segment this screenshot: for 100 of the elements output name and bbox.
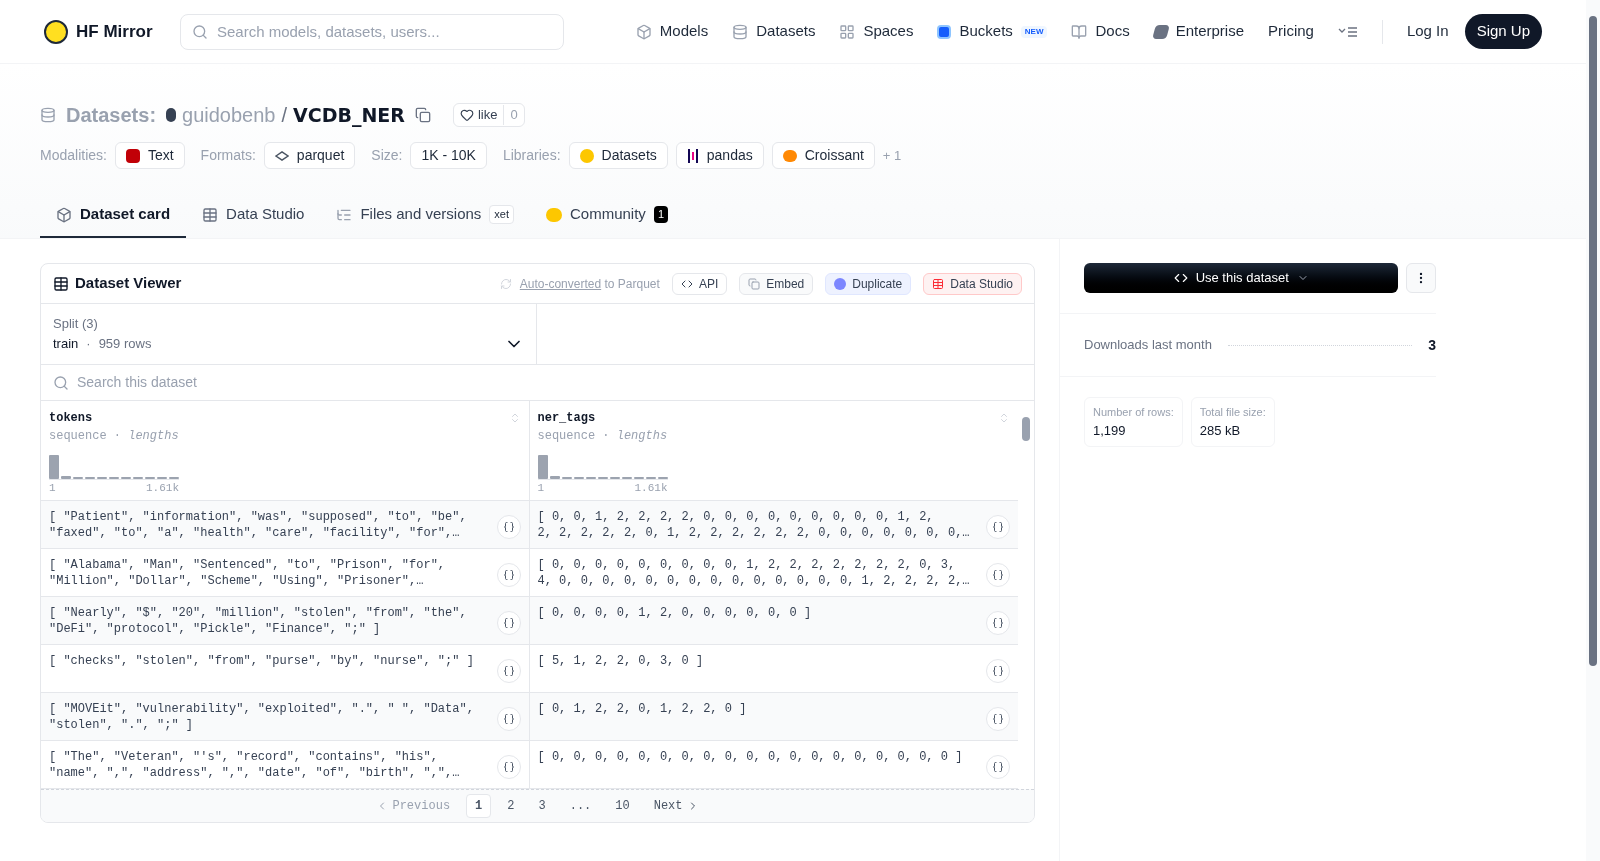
grid-icon	[839, 23, 856, 40]
tag-chip[interactable]: pandas	[675, 142, 764, 169]
tab[interactable]: Data Studio	[186, 193, 321, 238]
converted-note: Auto-converted to Parquet	[519, 275, 660, 293]
nav-link[interactable]: Spaces	[839, 20, 914, 43]
dataset-search-field[interactable]: Search this dataset	[41, 364, 1034, 400]
page-link[interactable]: 10	[607, 795, 638, 817]
table-cell-text: [ 0, 0, 0, 0, 1, 2, 0, 0, 0, 0, 0, 0 ]	[537, 605, 813, 621]
meta-label: Modalities:	[40, 146, 107, 165]
use-dataset-button[interactable]: Use this dataset	[1084, 263, 1399, 293]
action-button[interactable]: Embed	[739, 272, 814, 295]
brand-name[interactable]: HF Mirror	[76, 18, 153, 45]
tab[interactable]: Dataset card	[40, 193, 187, 238]
table-cell-text: [ "Patient", "information", "was", "supposed", "to", "be", "faxed", "to", "a", "health", "care", "facility", "for",…	[49, 509, 468, 541]
tag-chip[interactable]: Text	[114, 142, 185, 169]
cube-icon	[56, 206, 72, 223]
stat-card: Total file size: 285 kB	[1190, 397, 1275, 447]
histogram-min: 1	[49, 480, 56, 496]
page-link[interactable]: 3	[530, 795, 554, 817]
table-cell-text: [ "checks", "stolen", "from", "purse", "by", "nurse", ";" ]	[49, 653, 475, 669]
braces-icon	[502, 521, 515, 533]
json-button[interactable]	[986, 755, 1010, 779]
bars-icon	[686, 148, 699, 163]
stat-card: Number of rows: 1,199	[1084, 397, 1183, 447]
table-icon	[202, 206, 219, 223]
action-button[interactable]: Data Studio	[923, 272, 1022, 295]
next-link[interactable]: Next	[653, 797, 699, 815]
table-cell-text: [ "The", "Veteran", "'s", "record", "contains", "his", "name", ",", "address", ",", "date", "of", "birth", ",",…	[49, 749, 461, 781]
page-scrollbar[interactable]	[1586, 0, 1600, 861]
tag-chip[interactable]: Croissant	[771, 142, 875, 169]
table-cell-text: [ 5, 1, 2, 2, 0, 3, 0 ]	[537, 653, 705, 669]
action-button[interactable]: Duplicate	[825, 272, 912, 295]
json-button[interactable]	[496, 611, 521, 635]
search-icon	[192, 23, 208, 40]
database-icon	[732, 23, 749, 40]
histogram-max: 1.61k	[634, 480, 668, 496]
page-link[interactable]: ...	[561, 795, 600, 817]
database-icon	[40, 107, 56, 123]
table-cell-text: [ 0, 0, 0, 0, 0, 0, 0, 0, 0, 1, 2, 2, 2, 2, 2, 2, 2, 0, 3, 4, 0, 0, 0, 0, 0, 0, 0, 0, 0, 0, 0, 0, 0, 0, 1, 2, 2, 2, 2,…	[537, 557, 971, 589]
histogram-max: 1.61k	[146, 480, 179, 496]
layers-icon	[274, 150, 289, 161]
braces-icon	[992, 761, 1004, 773]
nav-link[interactable]: Docs	[1071, 20, 1130, 43]
tag-chip[interactable]: Datasets	[568, 142, 668, 169]
nav-link[interactable]: Enterprise	[1153, 20, 1245, 43]
page-link[interactable]: 2	[499, 795, 523, 817]
meta-label: Formats:	[200, 146, 256, 165]
tab[interactable]: Files and versions xet	[320, 193, 530, 238]
braces-icon	[992, 521, 1004, 533]
braces-icon	[502, 617, 515, 629]
json-button[interactable]	[496, 755, 521, 779]
json-button[interactable]	[496, 515, 521, 539]
column-header[interactable]: ner_tags sequence · lengths 1 1.61k	[529, 400, 1018, 500]
copy-icon[interactable]	[414, 107, 431, 123]
split-select[interactable]: Split (3) train · 959 rows	[41, 304, 537, 364]
signup-button[interactable]: Sign Up	[1464, 14, 1542, 49]
like-count: 0	[503, 105, 524, 125]
nav-link[interactable]: Models	[635, 20, 709, 43]
braces-icon	[992, 713, 1004, 725]
repo-name: VCDB_NER	[293, 102, 405, 129]
login-link[interactable]: Log In	[1406, 20, 1449, 43]
nav-link[interactable]: Pricing	[1268, 20, 1314, 43]
logo-icon[interactable]	[44, 19, 68, 44]
tab[interactable]: Community 1	[530, 193, 684, 238]
nav-link[interactable]: Datasets	[732, 20, 816, 43]
histogram-min: 1	[537, 480, 545, 496]
json-button[interactable]	[986, 515, 1010, 539]
downloads-label: Downloads last month	[1084, 336, 1212, 355]
downloads-count: 3	[1428, 335, 1436, 355]
xet-badge: xet	[489, 205, 514, 224]
json-button[interactable]	[496, 563, 521, 587]
json-button[interactable]	[986, 611, 1010, 635]
column-header[interactable]: tokens sequence · lengths 1 1.61k	[41, 400, 530, 500]
table-cell-text: [ 0, 1, 2, 2, 0, 1, 2, 2, 0 ]	[537, 701, 748, 717]
table-cell-text: [ "Alabama", "Man", "Sentenced", "to", "Prison", "for", "Million", "Dollar", "Scheme", "Using", "Prisoner",…	[49, 557, 447, 589]
table-cell-text: [ 0, 0, 1, 2, 2, 2, 2, 0, 0, 0, 0, 0, 0, 0, 0, 0, 1, 2, 2, 2, 2, 2, 2, 0, 1, 2, 2, 2, 2, 2, 2, 0, 0, 0, 0, 0, 0, 0,…	[537, 509, 971, 541]
repo-type: Datasets:	[66, 103, 157, 128]
table-cell-text: [ "Nearly", "$", "20", "million", "stolen", "from", "the", "DeFi", "protocol", "Pickle", "Finance", ";" ]	[49, 605, 468, 637]
braces-icon	[502, 713, 515, 725]
tag-chip[interactable]: parquet	[263, 142, 356, 169]
copy-icon	[748, 277, 761, 290]
json-button[interactable]	[986, 707, 1010, 731]
json-button[interactable]	[986, 563, 1010, 587]
braces-icon	[502, 569, 515, 581]
braces-icon	[992, 665, 1004, 677]
json-button[interactable]	[986, 659, 1010, 683]
table-icon	[53, 275, 69, 292]
nav-link[interactable]: Buckets NEW	[937, 20, 1048, 43]
search-icon	[53, 374, 69, 391]
like-button[interactable]: like 0	[452, 103, 525, 127]
json-button[interactable]	[496, 707, 521, 731]
page-link[interactable]: 1	[466, 794, 492, 818]
count-badge: 1	[653, 206, 668, 223]
tag-chip[interactable]: 1K - 10K	[410, 142, 487, 169]
book-icon	[1071, 23, 1088, 40]
search-field[interactable]: Search models, datasets, users...	[180, 13, 564, 50]
menu-icon[interactable]	[1337, 25, 1358, 38]
action-button[interactable]: API	[671, 272, 728, 295]
braces-icon	[992, 569, 1004, 581]
json-button[interactable]	[496, 659, 521, 683]
